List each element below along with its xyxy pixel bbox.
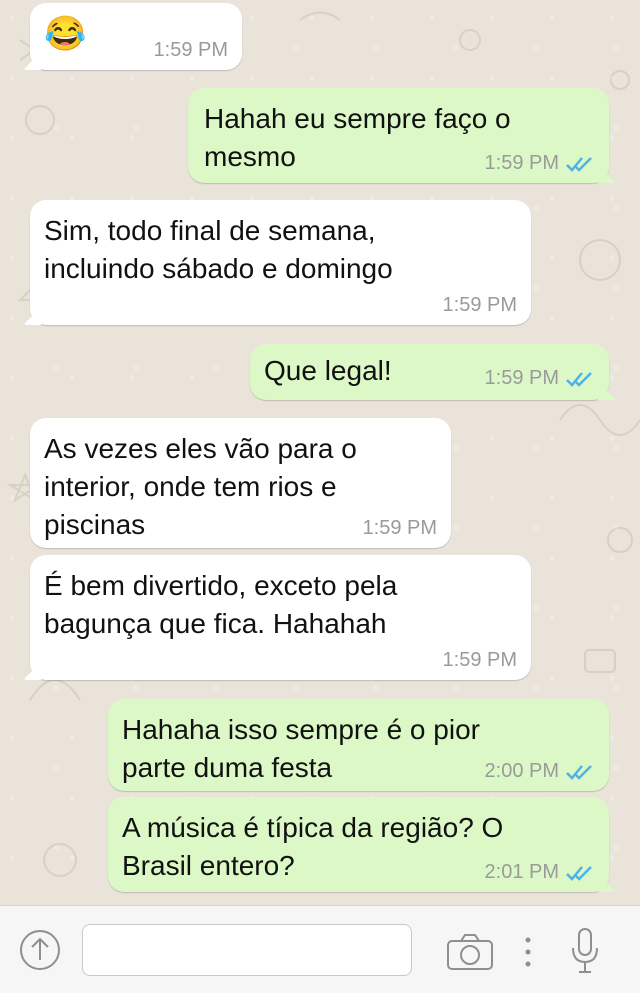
message-bubble-outgoing[interactable]: Que legal! 1:59 PM [250,344,609,400]
camera-icon[interactable] [444,932,496,972]
message-bubble-incoming[interactable]: As vezes eles vão para o interior, onde … [30,418,451,548]
message-meta: 1:59 PM [443,649,517,672]
message-bubble-outgoing[interactable]: Hahaha isso sempre é o pior parte duma f… [108,699,609,791]
message-time: 2:01 PM [484,861,559,883]
upload-icon[interactable] [18,928,62,972]
message-time: 2:00 PM [484,760,559,782]
message-meta: 2:00 PM [485,760,595,783]
more-icon[interactable] [523,932,533,972]
message-bubble-outgoing[interactable]: A música é típica da região? O Brasil en… [108,797,609,892]
chat-area: 😂 1:59 PM Hahah eu sempre faço o mesmo 1… [0,0,640,905]
message-meta: 1:59 PM [363,517,437,540]
message-time: 1:59 PM [484,367,559,389]
message-time: 1:59 PM [442,649,517,671]
message-bubble-incoming[interactable]: 😂 1:59 PM [30,3,242,70]
double-check-read-icon [566,865,592,881]
message-time: 1:59 PM [153,39,228,61]
message-time: 1:59 PM [484,152,559,174]
double-check-read-icon [566,371,592,387]
message-meta: 1:59 PM [154,39,228,62]
message-bubble-outgoing[interactable]: Hahah eu sempre faço o mesmo 1:59 PM [188,88,609,183]
message-meta: 1:59 PM [485,367,595,390]
double-check-read-icon [566,156,592,172]
message-input-bar [0,905,640,993]
microphone-icon[interactable] [570,926,600,976]
double-check-read-icon [566,764,592,780]
message-input[interactable] [82,924,412,976]
message-meta: 2:01 PM [485,861,595,884]
message-text: É bem divertido, exceto pela bagunça que… [44,570,398,639]
message-bubble-incoming[interactable]: Sim, todo final de semana, incluindo sáb… [30,200,531,325]
message-meta: 1:59 PM [485,152,595,175]
message-time: 1:59 PM [362,517,437,539]
message-meta: 1:59 PM [443,294,517,317]
message-time: 1:59 PM [442,294,517,316]
laughing-tears-emoji: 😂 [44,15,87,53]
message-bubble-incoming[interactable]: É bem divertido, exceto pela bagunça que… [30,555,531,680]
message-text: Sim, todo final de semana, incluindo sáb… [44,215,393,284]
